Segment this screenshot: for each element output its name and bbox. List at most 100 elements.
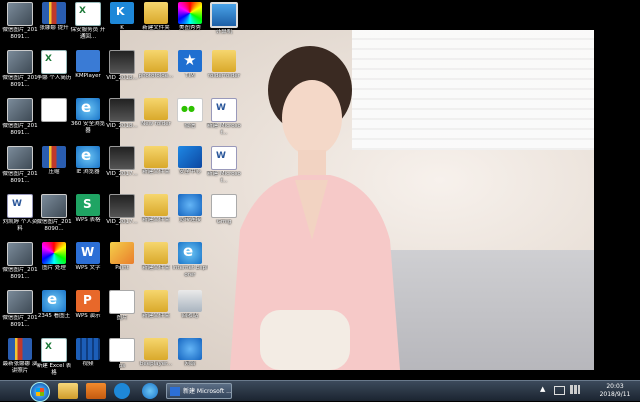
icon-label	[206, 361, 242, 374]
icon-empty-2[interactable]	[206, 290, 242, 326]
icon-color-1[interactable]: 美图秀秀	[172, 2, 208, 38]
icon-wechat-photo-7[interactable]: 微信图片_2018091...	[2, 290, 38, 328]
icon-vid-1[interactable]: VID_2018...	[104, 50, 140, 88]
icon-tim[interactable]: TIM	[172, 50, 208, 86]
icon-label: VID_2017...	[106, 171, 138, 177]
taskbar-media-player-icon[interactable]	[86, 383, 106, 399]
icon-color-2-glyph-icon	[42, 242, 66, 264]
taskbar-word-task[interactable]: 新建 Microsoft ...	[166, 383, 232, 399]
icon-vid-3[interactable]: VID_2017...	[104, 146, 140, 184]
icon-ie-3[interactable]: Internet Explorer	[172, 242, 208, 278]
icon-wechat-photo-2[interactable]: 微信图片_2018091...	[2, 50, 38, 88]
start-button[interactable]	[30, 382, 50, 402]
icon-doc-2[interactable]: Gmig	[206, 194, 242, 232]
icon-ie-2[interactable]: IE 浏览器	[70, 146, 106, 182]
icon-label: 计算机	[215, 29, 233, 35]
icon-wps-s[interactable]: WPS 表格	[70, 194, 106, 230]
icon-excel-3[interactable]: 新建 Excel 表格	[36, 338, 72, 376]
icon-label: 张娜娜 提升	[39, 25, 69, 31]
taskbar-explorer-icon[interactable]	[58, 383, 78, 399]
icon-excel-1[interactable]: 保安服务员 开通回...	[70, 2, 106, 40]
icon-film[interactable]: 视频	[70, 338, 106, 374]
taskbar-k-icon[interactable]	[114, 383, 130, 399]
icon-wechat-photo-2-glyph-icon	[7, 50, 33, 74]
icon-empty-1[interactable]	[206, 242, 242, 278]
icon-label: 微信	[184, 123, 196, 129]
icon-wechat[interactable]: 微信	[172, 98, 208, 136]
icon-excel-1-glyph-icon	[75, 2, 101, 26]
icon-wechat-photo-5[interactable]: 微信图片_2018090...	[36, 194, 72, 232]
icon-zip-1[interactable]: 张娜娜 提升	[36, 2, 72, 38]
icon-trash[interactable]: 回收站	[172, 290, 208, 326]
icon-kmplayer[interactable]: KMPlayer	[70, 50, 106, 86]
icon-folder-1-glyph-icon	[144, 2, 168, 24]
icon-zip-3[interactable]: 最新张娜娜 演讲照片	[2, 338, 38, 374]
icon-label: Gmig	[216, 219, 232, 225]
icon-vid-4[interactable]: VID_2017...	[104, 194, 140, 232]
taskbar-browser-icon[interactable]	[142, 383, 158, 399]
icon-color-2[interactable]: 图片 处理	[36, 242, 72, 278]
icon-doc-1[interactable]	[36, 98, 72, 136]
icon-computer[interactable]: 计算机	[206, 2, 242, 42]
icon-label: 李娜 个人简历	[36, 75, 72, 81]
icon-wechat-photo-3[interactable]: 微信图片_2018091...	[2, 98, 38, 136]
tray-network-icon[interactable]	[570, 385, 580, 394]
icon-sec-1[interactable]: 安全中心	[172, 146, 208, 182]
icon-word-2[interactable]: 新建 Microsof...	[206, 146, 242, 184]
icon-folder-5[interactable]: 新建文件夹	[138, 194, 174, 230]
icon-kmplayer-glyph-icon	[76, 50, 100, 72]
icon-label	[206, 265, 242, 278]
icon-label: 新建 Microsof...	[207, 123, 241, 136]
icon-label: 微信图片_2018091...	[2, 27, 38, 40]
icon-2345[interactable]: 2345 看图王	[36, 290, 72, 326]
icon-paint[interactable]: Paint	[104, 242, 140, 278]
icon-wps-w[interactable]: WPS 文字	[70, 242, 106, 278]
tray-clock[interactable]: 20:03 2018/9/11	[594, 383, 636, 399]
tray-expand-icon[interactable]: ▲	[540, 385, 545, 393]
icon-word-1-glyph-icon	[211, 98, 237, 122]
icon-wechat-photo-5-glyph-icon	[41, 194, 67, 218]
icon-computer-glyph-icon	[210, 2, 238, 28]
icon-wps-p[interactable]: WPS 演示	[70, 290, 106, 326]
icon-wechat-photo-1[interactable]: 微信图片_2018091...	[2, 2, 38, 40]
icon-vid-2[interactable]: VID_2018...	[104, 98, 140, 136]
icon-ps[interactable]: ps	[104, 338, 140, 376]
icon-network[interactable]: 网络	[172, 338, 208, 374]
taskbar-task-label: 新建 Microsoft ...	[183, 388, 232, 395]
icon-label: 刘凯婷 个人资料	[2, 219, 38, 232]
icon-word-1[interactable]: 新建 Microsof...	[206, 98, 242, 136]
icon-wechat-photo-6[interactable]: 微信图片_2018091...	[2, 242, 38, 280]
icon-doc-3[interactable]: 图片	[104, 290, 140, 328]
icon-wechat-photo-4[interactable]: 微信图片_2018091...	[2, 146, 38, 184]
icon-label	[36, 123, 72, 136]
icon-folder-1[interactable]: 新建文件夹	[138, 2, 174, 38]
icon-empty-3[interactable]	[206, 338, 242, 374]
icon-sec-2[interactable]: 宽带连接	[172, 194, 208, 230]
icon-folder-4-glyph-icon	[144, 146, 168, 168]
icon-label: 新建文件夹	[142, 25, 170, 31]
icon-label: 新建文件夹	[142, 217, 170, 223]
icon-folder-2[interactable]: folderfolder	[206, 50, 242, 86]
icon-label: WPS 表格	[75, 217, 101, 223]
icon-label: 美图秀秀	[178, 25, 201, 31]
icon-label: KMPlayer	[75, 73, 101, 79]
icon-word-3-glyph-icon	[7, 194, 33, 218]
icon-word-3[interactable]: 刘凯婷 个人资料	[2, 194, 38, 232]
icon-folder-6[interactable]: 新建文件夹	[138, 242, 174, 278]
icon-k-1-glyph-icon	[110, 2, 134, 24]
icon-label: Internet Explorer	[172, 265, 208, 278]
icon-wechat-photo-4-glyph-icon	[7, 146, 33, 170]
icon-k-1[interactable]: K	[104, 2, 140, 38]
icon-label: 保安服务员 开通回...	[70, 27, 106, 40]
icon-folder-8[interactable]: beeplayer...	[138, 338, 174, 374]
icon-folder-3[interactable]: New folder	[138, 98, 174, 134]
icon-ie-1[interactable]: 360 安全浏览器	[70, 98, 106, 134]
icon-folder-4[interactable]: 新建文件夹	[138, 146, 174, 182]
icon-label: Paint	[115, 265, 129, 271]
icon-photo-folder[interactable]: photofolde...	[138, 50, 174, 86]
icon-folder-7[interactable]: 新建文件夹	[138, 290, 174, 326]
icon-excel-2[interactable]: 李娜 个人简历	[36, 50, 72, 88]
icon-zip-2[interactable]: 压缩	[36, 146, 72, 182]
tray-display-icon[interactable]	[554, 386, 565, 395]
icon-zip-2-glyph-icon	[42, 146, 66, 168]
